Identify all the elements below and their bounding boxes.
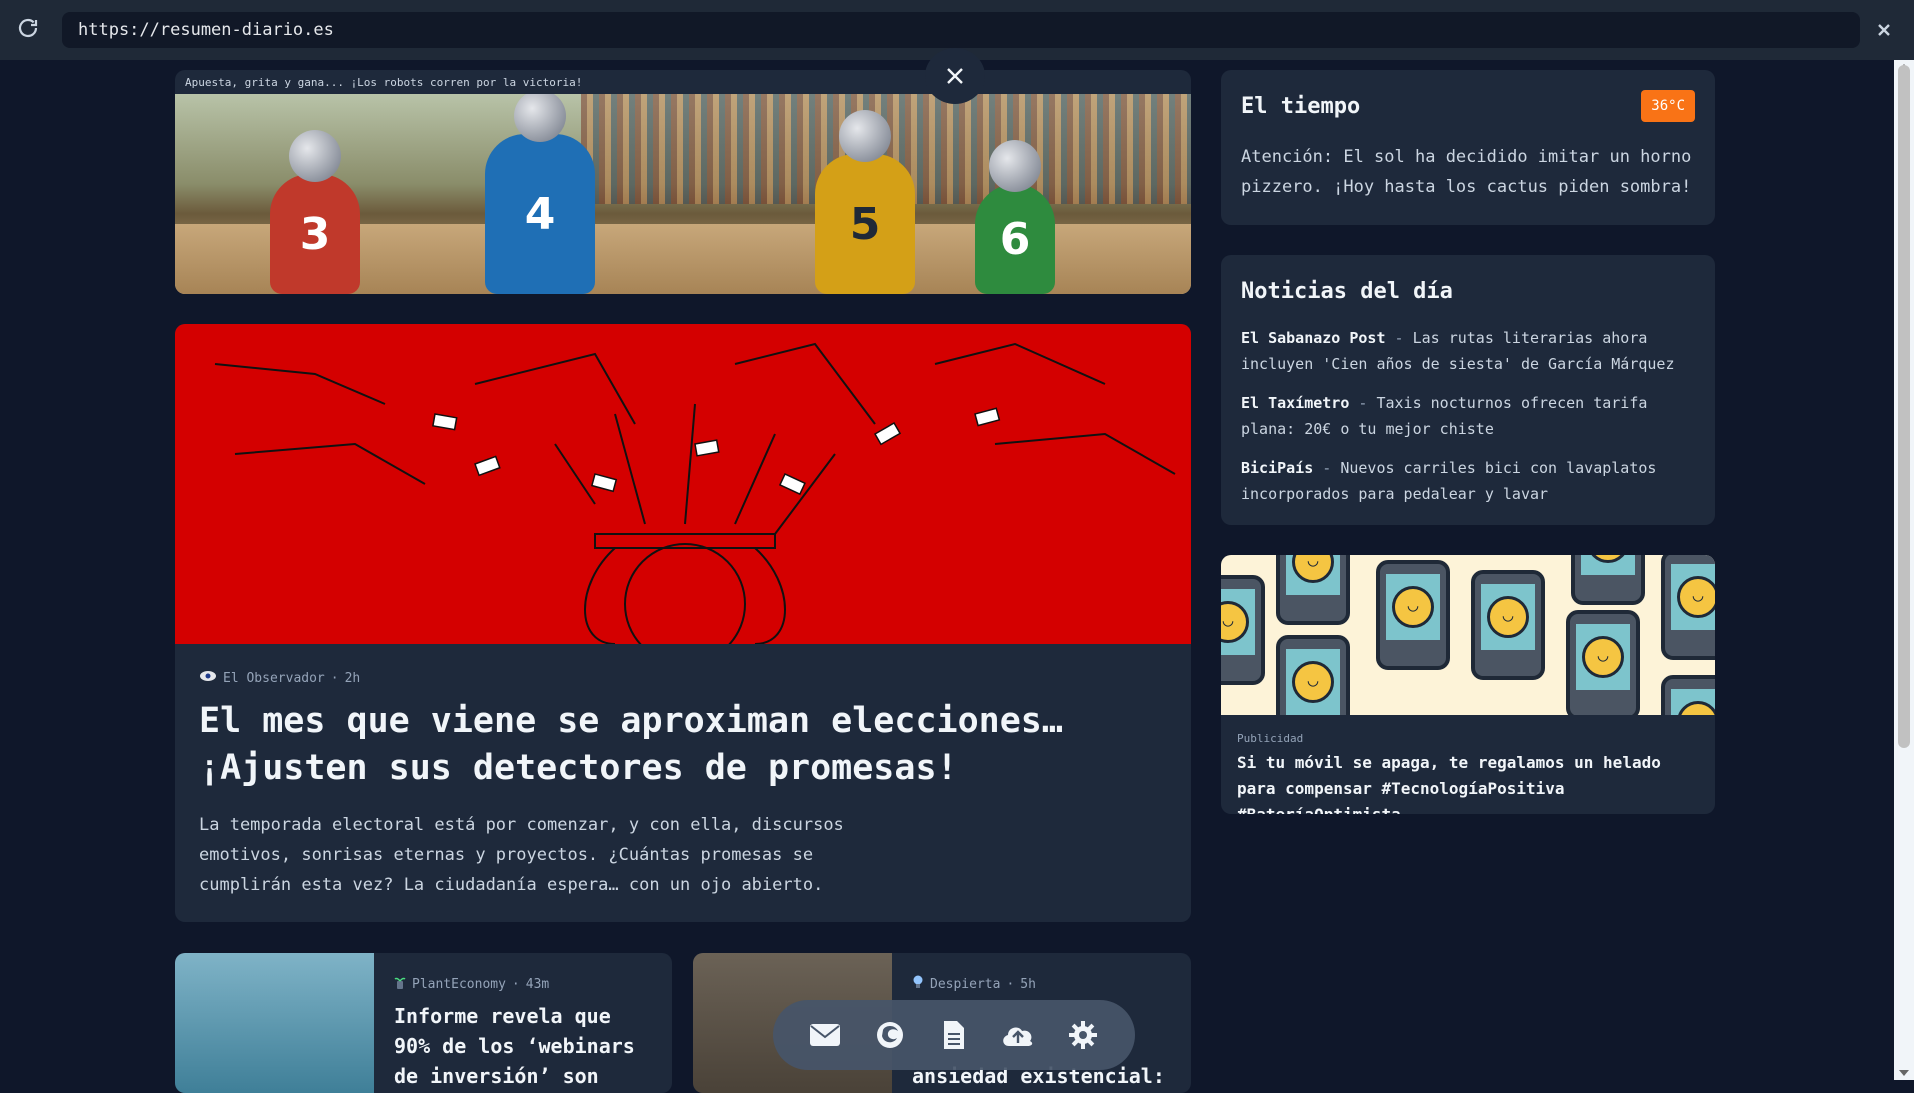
news-card-meta: Despierta · 5h [912,975,1036,993]
mail-icon[interactable] [803,1013,847,1057]
news-card-source: PlantEconomy [412,976,506,992]
reload-icon[interactable] [14,14,42,42]
weather-text: Atención: El sol ha decidido imitar un h… [1241,147,1692,197]
advertisement-card[interactable]: ◡ ◡ ◡ ◡ ◡ ◡ ◡ ◡ ◡ Publicidad Si tu móvil… [1221,555,1715,814]
document-icon[interactable] [932,1013,976,1057]
ad-text[interactable]: Si tu móvil se apaga, te regalamos un he… [1237,750,1697,814]
plant-icon [394,975,406,993]
smiley-phones-image: ◡ ◡ ◡ ◡ ◡ ◡ ◡ ◡ ◡ [1221,555,1715,715]
daily-news-list: El Sabanazo Post - Las rutas literarias … [1241,325,1701,520]
article-age: 2h [344,670,361,686]
daily-news-widget: Noticias del día El Sabanazo Post - Las … [1221,255,1715,525]
bulb-icon [912,975,924,993]
scroll-down-icon[interactable] [1899,1070,1909,1076]
gear-icon[interactable] [1061,1013,1105,1057]
robot-race-banner[interactable]: Apuesta, grita y gana... ¡Los robots cor… [175,70,1191,294]
news-card-title[interactable]: Informe revela que 90% de los ‘webinars … [394,1001,654,1091]
robot-3: 3 [270,130,360,294]
banner-close-button[interactable] [925,48,985,104]
article-body: La temporada electoral está por comenzar… [199,815,844,895]
news-card-age: 5h [1020,976,1036,992]
list-item[interactable]: BiciPaís - Nuevos carriles bici con lava… [1241,455,1701,507]
robot-5: 5 [815,110,915,294]
news-card-meta: PlantEconomy · 43m [394,975,549,993]
page-scrollbar[interactable] [1894,60,1914,1080]
banner-caption: Apuesta, grita y gana... ¡Los robots cor… [185,76,583,89]
robot-race-image: 3 4 5 6 [175,94,1191,294]
temperature-badge: 36°C [1641,90,1695,122]
url-text: https://resumen-diario.es [78,20,334,40]
ad-label: Publicidad [1237,732,1304,745]
robot-6: 6 [975,140,1055,294]
daily-news-heading: Noticias del día [1241,279,1453,304]
bottom-dock [773,1000,1135,1070]
news-card[interactable]: PlantEconomy · 43m Informe revela que 90… [175,953,672,1093]
eye-icon [199,670,217,686]
article-meta: El Observador · 2h [199,670,360,686]
main-article-card[interactable]: El Observador · 2h El mes que viene se a… [175,324,1191,922]
article-source: El Observador [223,670,325,686]
news-card-source: Despierta [930,976,1001,992]
weather-widget: El tiempo 36°C Atención: El sol ha decid… [1221,70,1715,225]
firefox-icon[interactable] [868,1013,912,1057]
article-title[interactable]: El mes que viene se aproximan elecciones… [199,698,1159,792]
cloud-upload-icon[interactable] [996,1013,1040,1057]
url-bar[interactable]: https://resumen-diario.es [62,12,1860,48]
list-item[interactable]: El Sabanazo Post - Las rutas literarias … [1241,325,1701,377]
list-item[interactable]: El Taxímetro - Taxis nocturnos ofrecen t… [1241,390,1701,442]
close-icon[interactable] [1870,16,1898,44]
news-card-age: 43m [525,976,550,992]
scrollbar-thumb[interactable] [1898,65,1910,748]
news-card-thumbnail [175,953,374,1093]
article-image [175,324,1191,644]
weather-heading: El tiempo [1241,94,1361,119]
robot-4: 4 [485,94,595,294]
